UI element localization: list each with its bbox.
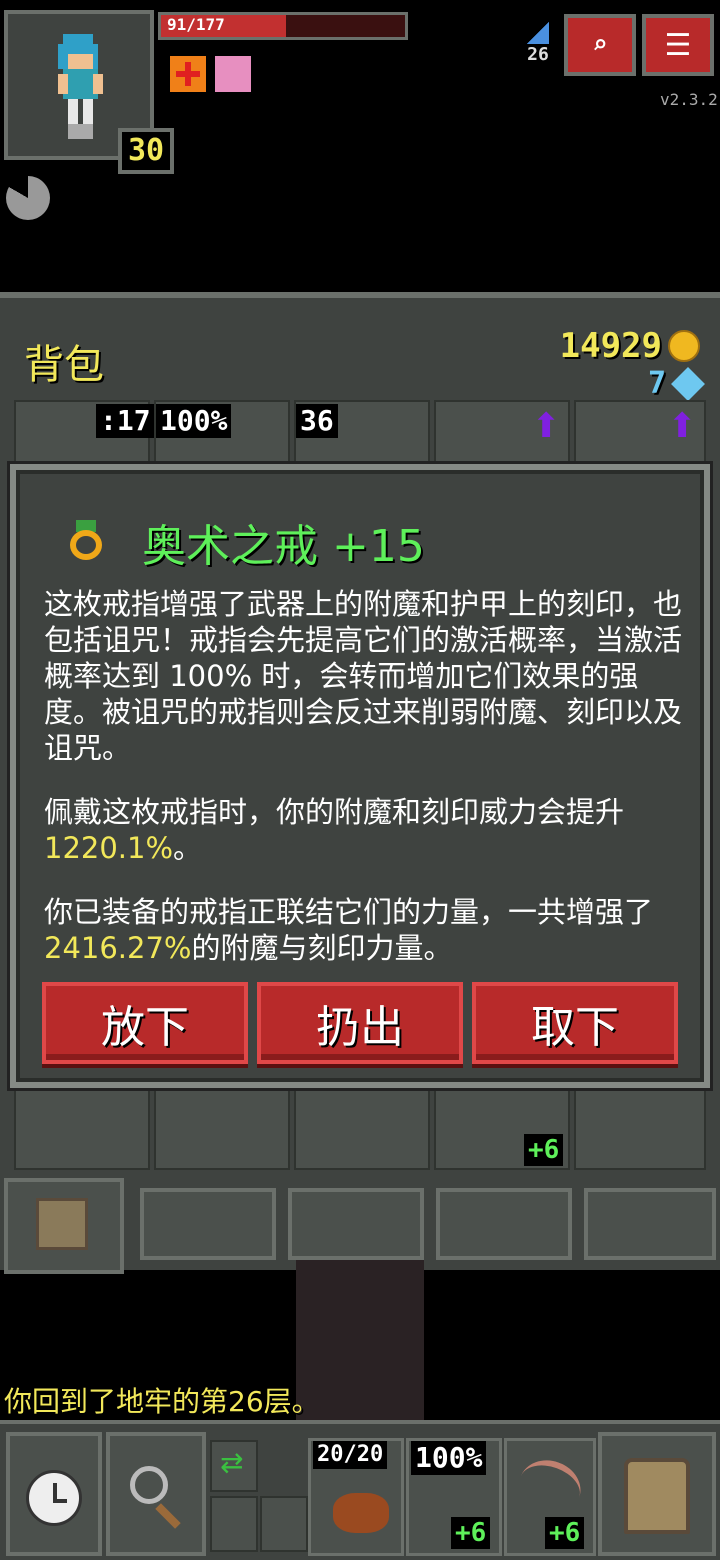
- menu-button[interactable]: ☰: [642, 14, 714, 76]
- swap-icon: ⇄: [220, 1446, 244, 1479]
- bottom-toolbar: ⇄ 20/20 100% +6 +6: [0, 1420, 720, 1560]
- inventory-slot[interactable]: +6: [434, 1080, 570, 1170]
- ring-icon: [70, 520, 102, 560]
- bag-tab-main[interactable]: [4, 1178, 124, 1274]
- magnifier-icon: [130, 1466, 168, 1504]
- hp-text: 91/177: [167, 15, 225, 34]
- item-title: 奥术之戒 +15: [142, 521, 425, 572]
- gold-icon: [668, 330, 700, 362]
- search-log-icon: ⌕: [592, 30, 608, 60]
- energy-count: 7: [648, 366, 705, 401]
- description-paragraph-3: 你已装备的戒指正联结它们的力量，一共增强了2416.27%的附魔与刻印力量。: [44, 895, 654, 965]
- inventory-slot[interactable]: [14, 1080, 150, 1170]
- description-paragraph-2: 佩戴这枚戒指时，你的附魔和刻印威力会提升 1220.1%。: [44, 795, 625, 865]
- clock-icon: [26, 1470, 82, 1526]
- quickslot-mini[interactable]: [210, 1496, 258, 1552]
- drop-button[interactable]: 放下: [42, 982, 248, 1064]
- throw-button[interactable]: 扔出: [257, 982, 463, 1064]
- inventory-slot[interactable]: [154, 1080, 290, 1170]
- item-description: 这枚戒指增强了武器上的附魔和护甲上的刻印，也包括诅咒！戒指会先提高它们的激活概率…: [44, 586, 684, 994]
- inventory-slot[interactable]: [574, 1080, 706, 1170]
- pig-buff-icon: [215, 56, 252, 92]
- depth-number: 26: [527, 44, 549, 65]
- game-log-message: 你回到了地牢的第26层。: [4, 1385, 320, 1418]
- version-label: v2.3.2: [660, 90, 718, 109]
- depth-indicator[interactable]: 26: [518, 22, 558, 65]
- bag-tab-2[interactable]: [140, 1188, 276, 1260]
- upgrade-arrow-icon: ⬆: [532, 406, 561, 446]
- stairs-icon: [527, 22, 549, 44]
- gold-count: 14929: [560, 326, 700, 366]
- inventory-slot[interactable]: [294, 1080, 430, 1170]
- busy-indicator-icon: [6, 176, 50, 220]
- quickslot-2[interactable]: 100% +6: [406, 1438, 502, 1556]
- hp-bar: 91/177: [158, 12, 408, 40]
- quickslot-1[interactable]: 20/20: [308, 1438, 404, 1556]
- wait-button[interactable]: [6, 1432, 102, 1556]
- quickslot-mini-2[interactable]: [260, 1496, 308, 1552]
- backpack-icon: [624, 1458, 690, 1534]
- inventory-title: 背包: [24, 342, 104, 388]
- item-info-window: 奥术之戒 +15 这枚戒指增强了武器上的附魔和护甲上的刻印，也包括诅咒！戒指会先…: [10, 464, 710, 1088]
- buff-bar: [170, 56, 252, 96]
- bow-icon: [511, 1451, 589, 1523]
- food-meat-icon: [333, 1493, 389, 1533]
- healing-buff-icon: [170, 56, 206, 92]
- search-button[interactable]: [106, 1432, 206, 1556]
- bag-tab-5[interactable]: [584, 1188, 716, 1260]
- swap-button[interactable]: ⇄: [210, 1440, 258, 1492]
- inventory-button[interactable]: [598, 1432, 716, 1556]
- bag-tab-3[interactable]: [288, 1188, 424, 1260]
- hero-sprite: [58, 34, 103, 139]
- energy-crystal-icon: [671, 366, 705, 401]
- unequip-button[interactable]: 取下: [472, 982, 678, 1064]
- backpack-icon: [36, 1198, 88, 1250]
- inventory-row-3: +6: [14, 1080, 706, 1170]
- upgrade-arrow-icon: ⬆: [668, 406, 697, 446]
- menu-icon: ☰: [664, 27, 692, 63]
- journal-button[interactable]: ⌕: [564, 14, 636, 76]
- bag-tab-4[interactable]: [436, 1188, 572, 1260]
- description-paragraph-1: 这枚戒指增强了武器上的附魔和护甲上的刻印，也包括诅咒！戒指会先提高它们的激活概率…: [44, 587, 683, 765]
- hero-level: 30: [118, 128, 175, 174]
- quickslot-3[interactable]: +6: [504, 1438, 596, 1556]
